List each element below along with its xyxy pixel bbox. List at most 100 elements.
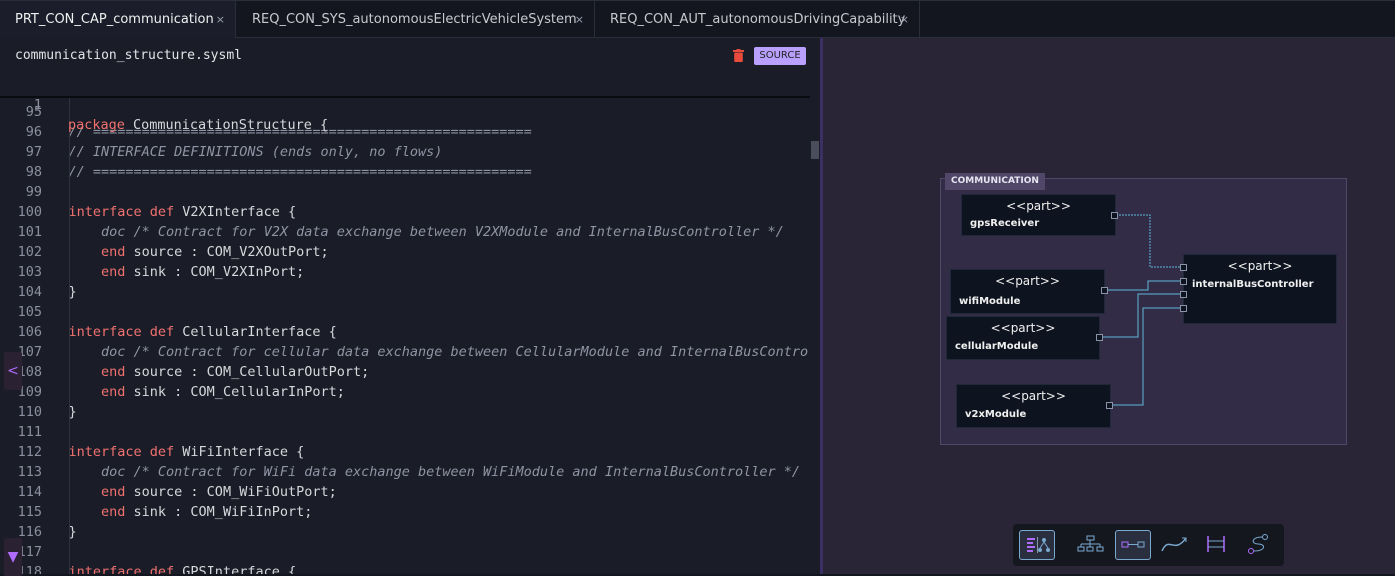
comment: // =====================================… (36, 164, 532, 180)
part-gps-receiver[interactable]: <<part>> gpsReceiver (961, 194, 1116, 236)
connection-icon[interactable] (1115, 530, 1151, 560)
port[interactable] (1101, 287, 1108, 294)
tab-label: REQ_CON_SYS_autonomousElectricVehicleSys… (252, 12, 577, 27)
code-line[interactable]: 109 end sink : COM_CellularInPort; (0, 382, 810, 402)
indent-guide (69, 94, 70, 574)
code-token: WiFiInterface { (174, 444, 305, 460)
code-text: end sink : COM_V2XInPort; (36, 262, 304, 282)
part-v2x-module[interactable]: <<part>> v2xModule (956, 384, 1111, 428)
code-line[interactable]: 100 interface def V2XInterface { (0, 202, 810, 222)
sticky-scroll-header: 1 package CommunicationStructure { (0, 74, 810, 133)
code-text: } (36, 402, 77, 422)
line-number: 111 (17, 424, 42, 440)
keyword: end (36, 244, 126, 260)
port[interactable] (1096, 334, 1103, 341)
code-token: source : COM_V2XOutPort; (125, 244, 329, 260)
code-token: GPSInterface { (174, 564, 297, 574)
port[interactable] (1180, 291, 1187, 298)
code-line[interactable]: 112 interface def WiFiInterface { (0, 442, 810, 462)
tab-bar: PRT_CON_CAP_communication × REQ_CON_SYS_… (0, 0, 1395, 38)
scrollbar-thumb[interactable] (811, 141, 819, 159)
code-text: interface def CellularInterface { (36, 322, 337, 342)
code-text: doc /* Contract for V2X data exchange be… (36, 222, 784, 242)
code-line[interactable]: 115 end sink : COM_WiFiInPort; (0, 502, 810, 522)
code-text: // =====================================… (36, 162, 532, 182)
port[interactable] (1180, 278, 1187, 285)
sequence-icon[interactable] (1199, 530, 1235, 560)
code-area[interactable]: 95 96 // ================================… (0, 74, 810, 574)
port[interactable] (1111, 212, 1118, 219)
split-view-icon[interactable] (1019, 530, 1055, 560)
source-button[interactable]: SOURCE (754, 47, 806, 65)
code-text: interface def WiFiInterface { (36, 442, 305, 462)
part-internal-bus-controller[interactable]: <<part>> internalBusController (1183, 254, 1337, 324)
code-line[interactable]: 99 (0, 182, 810, 202)
trash-icon[interactable] (733, 49, 744, 62)
keyword: interface def (36, 324, 175, 340)
part-stereotype: <<part>> (1006, 199, 1071, 213)
code-text: end source : COM_CellularOutPort; (36, 362, 369, 382)
code-line[interactable]: 101 doc /* Contract for V2X data exchang… (0, 222, 810, 242)
code-text: end sink : COM_CellularInPort; (36, 382, 345, 402)
port[interactable] (1180, 264, 1187, 271)
part-name: cellularModule (955, 341, 1039, 352)
part-wifi-module[interactable]: <<part>> wifiModule (950, 269, 1105, 314)
comment: doc /* Contract for cellular data exchan… (36, 344, 810, 360)
tab-label: PRT_CON_CAP_communication (15, 12, 214, 27)
keyword: interface def (36, 204, 175, 220)
code-line[interactable]: 117 (0, 542, 810, 562)
curve-icon[interactable] (1157, 530, 1193, 560)
code-line[interactable]: 98 // ==================================… (0, 162, 810, 182)
code-line[interactable]: 108 end source : COM_CellularOutPort; (0, 362, 810, 382)
code-line[interactable]: 111 (0, 422, 810, 442)
file-header: communication_structure.sysml SOURCE (0, 38, 820, 75)
part-stereotype: <<part>> (995, 274, 1060, 288)
expand-panel-button[interactable]: ▼ (4, 538, 22, 576)
code-line[interactable]: 105 (0, 302, 810, 322)
collapse-panel-button[interactable]: < (4, 352, 22, 390)
keyword: end (36, 504, 126, 520)
code-line[interactable]: 97 // INTERFACE DEFINITIONS (ends only, … (0, 142, 810, 162)
line-number: 99 (25, 184, 42, 200)
code-line[interactable]: 107 doc /* Contract for cellular data ex… (0, 342, 810, 362)
code-text: doc /* Contract for cellular data exchan… (36, 342, 810, 362)
comment: doc /* Contract for V2X data exchange be… (36, 224, 784, 240)
code-text: end sink : COM_WiFiInPort; (36, 502, 312, 522)
port[interactable] (1106, 402, 1113, 409)
port[interactable] (1180, 305, 1187, 312)
part-stereotype: <<part>> (1001, 389, 1066, 403)
code-token: V2XInterface { (174, 204, 297, 220)
tab-prt-con-cap-communication[interactable]: PRT_CON_CAP_communication × (0, 1, 236, 38)
close-icon[interactable]: × (216, 1, 225, 38)
code-line[interactable]: 114 end source : COM_WiFiOutPort; (0, 482, 810, 502)
code-line[interactable]: 110 } (0, 402, 810, 422)
line-number: 1 (33, 97, 42, 113)
part-name: wifiModule (959, 296, 1021, 307)
code-line[interactable]: 102 end source : COM_V2XOutPort; (0, 242, 810, 262)
code-line[interactable]: 118 interface def GPSInterface { (0, 562, 810, 574)
code-token: } (36, 284, 77, 300)
keyword: end (36, 264, 126, 280)
code-text: interface def V2XInterface { (36, 202, 297, 222)
code-line[interactable]: 113 doc /* Contract for WiFi data exchan… (0, 462, 810, 482)
code-line[interactable]: 103 end sink : COM_V2XInPort; (0, 262, 810, 282)
code-token: sink : COM_CellularInPort; (125, 384, 345, 400)
part-stereotype: <<part>> (990, 321, 1056, 335)
code-line[interactable]: 104 } (0, 282, 810, 302)
tree-layout-icon[interactable] (1073, 530, 1109, 560)
tab-req-con-sys-autonomous-electric-vehicle-system[interactable]: REQ_CON_SYS_autonomousElectricVehicleSys… (237, 1, 595, 38)
tab-req-con-aut-autonomous-driving-capability[interactable]: REQ_CON_AUT_autonomousDrivingCapability … (595, 1, 920, 38)
flow-icon[interactable] (1241, 530, 1277, 560)
close-icon[interactable]: × (900, 1, 909, 38)
part-name: gpsReceiver (970, 218, 1040, 229)
code-line[interactable]: 106 interface def CellularInterface { (0, 322, 810, 342)
diagram-canvas[interactable]: COMMUNICATION <<part>> gpsReceiver <<par… (823, 38, 1395, 574)
code-token: CellularInterface { (174, 324, 337, 340)
code-token: sink : COM_V2XInPort; (125, 264, 305, 280)
part-cellular-module[interactable]: <<part>> cellularModule (946, 316, 1100, 360)
code-line[interactable]: 116 } (0, 522, 810, 542)
keyword: end (36, 364, 126, 380)
close-icon[interactable]: × (575, 1, 584, 38)
file-name: communication_structure.sysml (15, 48, 242, 63)
comment: doc /* Contract for WiFi data exchange b… (36, 464, 801, 480)
